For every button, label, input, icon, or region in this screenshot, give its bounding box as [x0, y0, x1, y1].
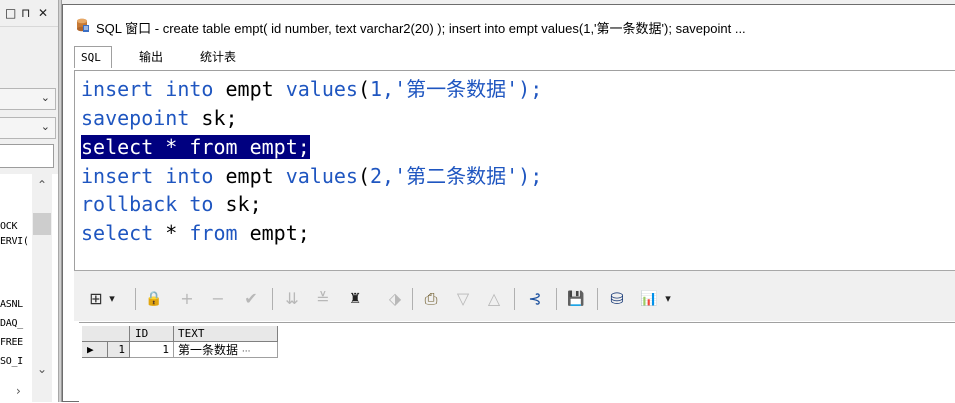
plus-icon[interactable]: + — [177, 288, 197, 310]
triangle-down-icon[interactable]: ▽ — [453, 288, 473, 310]
cell-text[interactable]: 第一条数据 ··· — [174, 342, 278, 358]
code-line[interactable]: rollback to sk; — [81, 190, 262, 218]
code-line[interactable]: savepoint sk; — [81, 104, 238, 132]
tab-statistics[interactable]: 统计表 — [194, 46, 242, 68]
list-item[interactable]: OCK — [0, 221, 17, 232]
filter-down-icon[interactable]: ⇊ — [282, 288, 302, 310]
save-icon[interactable]: 💾 — [565, 288, 587, 310]
chart-icon[interactable]: 📊 — [638, 288, 660, 310]
grid-corner[interactable] — [82, 326, 130, 342]
code-line[interactable]: insert into empt values(2,'第二条数据'); — [81, 162, 542, 190]
triangle-up-icon[interactable]: △ — [484, 288, 504, 310]
column-header-text[interactable]: TEXT — [174, 326, 278, 342]
scroll-down-icon[interactable]: ⌄ — [37, 362, 47, 376]
chevron-down-icon: ⌄ — [40, 91, 50, 104]
row-number: 1 — [108, 342, 130, 358]
column-header-id[interactable]: ID — [130, 326, 174, 342]
eraser-icon[interactable]: ⬗ — [385, 288, 405, 310]
owner-combo[interactable]: ⌄ — [0, 88, 56, 110]
code-line[interactable]: insert into empt values(1,'第一条数据'); — [81, 75, 542, 103]
panel-pin-icon[interactable]: ⊓ — [21, 6, 30, 20]
chevron-down-icon[interactable]: ▾ — [662, 288, 674, 310]
cell-id[interactable]: 1 — [130, 342, 174, 358]
lock-icon[interactable]: 🔒 — [143, 288, 165, 310]
minus-icon[interactable]: − — [208, 288, 228, 310]
chevron-down-icon[interactable]: ▾ — [106, 288, 118, 310]
print-icon[interactable]: ⎙ — [420, 288, 442, 310]
list-item[interactable]: SO_I — [0, 356, 23, 367]
scrollbar-thumb[interactable] — [33, 213, 51, 235]
find-icon[interactable]: ♜ — [345, 288, 365, 310]
sql-window-icon — [77, 18, 89, 32]
scroll-up-icon[interactable]: ⌃ — [37, 178, 47, 192]
list-item[interactable]: FREE — [0, 337, 23, 348]
code-line[interactable]: select * from empt; — [81, 219, 310, 247]
panel-restore-icon[interactable]: □ — [5, 6, 16, 20]
tab-sql[interactable]: SQL — [74, 46, 112, 68]
panel-close-icon[interactable]: ✕ — [38, 6, 48, 20]
code-line-selected[interactable]: select * from empt; — [81, 133, 310, 161]
scroll-right-icon[interactable]: › — [16, 384, 21, 398]
cell-text-value: 第一条数据 — [178, 343, 239, 357]
list-item[interactable]: ERVI( — [0, 236, 29, 247]
cell-ellipsis-button[interactable]: ··· — [242, 347, 251, 357]
tree-icon[interactable]: ⊰ — [524, 288, 546, 310]
chevron-down-icon: ⌄ — [40, 120, 50, 133]
list-item[interactable]: ASNL — [0, 299, 23, 310]
object-type-combo[interactable]: ⌄ — [0, 117, 56, 139]
grid-icon[interactable]: ⊞ — [86, 288, 106, 310]
list-item[interactable]: DAQ_ — [0, 318, 23, 329]
object-filter-input[interactable] — [0, 144, 54, 168]
check-icon[interactable]: ✔ — [240, 288, 262, 310]
row-indicator[interactable]: ▶ — [82, 342, 108, 358]
window-title: SQL 窗口 - create table empt( id number, t… — [96, 21, 746, 36]
tab-output[interactable]: 输出 — [133, 46, 169, 68]
export-icon[interactable]: ⛁ — [606, 288, 628, 310]
filter-clear-icon[interactable]: ≚ — [313, 288, 333, 310]
